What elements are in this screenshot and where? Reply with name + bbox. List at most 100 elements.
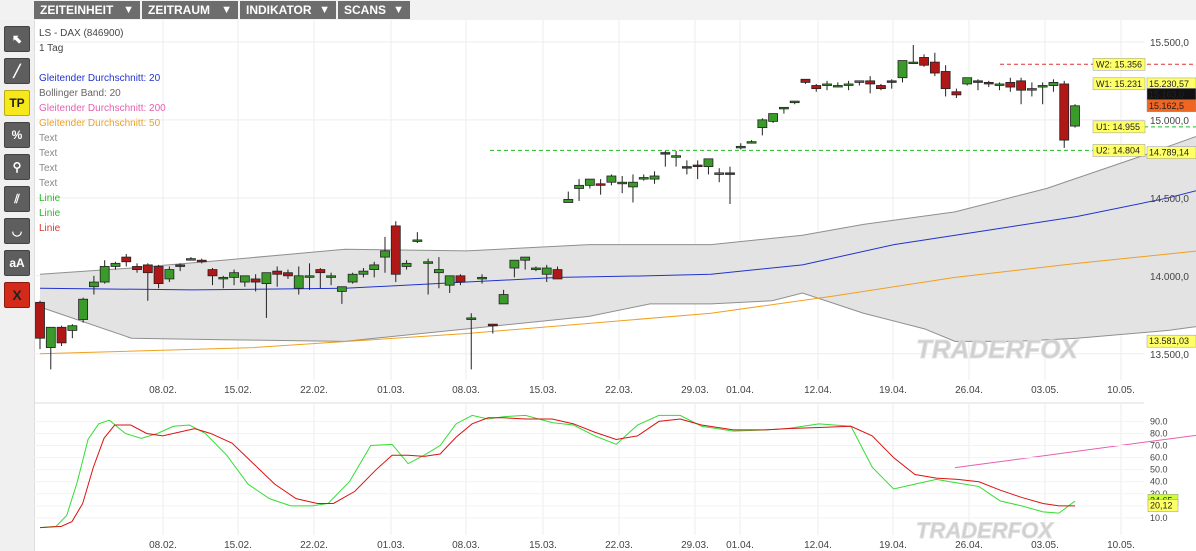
y-axis-tick-label: 15.500,0 <box>1150 38 1189 49</box>
candle-body <box>293 275 304 289</box>
x-axis-tick-label: 15.03. <box>529 540 557 551</box>
candle <box>951 88 962 98</box>
candle-body <box>1026 88 1037 91</box>
candle-body <box>229 272 239 278</box>
candle-body <box>250 278 261 283</box>
candle-body <box>1037 85 1048 88</box>
stoch-y-tick-label: 80.0 <box>1150 428 1168 438</box>
value-tag-label: 13.581,03 <box>1149 336 1189 346</box>
candle <box>1048 79 1059 92</box>
candle-body <box>983 81 994 85</box>
candle <box>973 79 983 91</box>
candle <box>714 168 725 183</box>
candle-body <box>973 80 983 83</box>
candle-body <box>444 275 455 286</box>
x-axis-tick-label: 01.03. <box>377 540 405 551</box>
candle <box>962 77 973 86</box>
candle-body <box>315 269 326 274</box>
candle-body <box>854 80 865 83</box>
candle-body <box>531 267 541 270</box>
candle <box>919 54 929 67</box>
legend-entry: 1 Tag <box>39 43 64 54</box>
x-axis-tick-label: 10.05. <box>1107 385 1135 396</box>
candle <box>347 272 358 284</box>
candle-body <box>606 175 617 183</box>
candle <box>1016 77 1026 105</box>
y-axis-tick-label: 13.500,0 <box>1150 350 1189 361</box>
x-axis-tick-label: 12.04. <box>804 540 832 551</box>
legend-entry: Gleitender Durchschnitt: 20 <box>39 73 161 84</box>
chart-canvas[interactable]: 13.500,0 14.000,0 14.500,0 15.000,0 15.500,0… <box>0 0 1196 551</box>
candle <box>186 257 196 261</box>
candle-body <box>218 276 229 280</box>
candle <box>865 76 876 94</box>
chart-legend: LS - DAX (846900) 1 Tag Gleitender Durchsc… <box>39 26 166 236</box>
candle-body <box>574 184 584 189</box>
candle-body <box>487 323 498 327</box>
candle-body <box>336 286 347 292</box>
candle-body <box>746 141 757 144</box>
level-tag-label: U2: 14.804 <box>1096 145 1140 155</box>
x-axis-tick-label: 08.02. <box>149 540 177 551</box>
candle-body <box>929 61 940 74</box>
candle <box>768 113 779 123</box>
candle-body <box>832 85 843 88</box>
candle <box>638 174 649 181</box>
candle-body <box>56 326 67 344</box>
legend-entry: Gleitender Durchschnitt: 50 <box>39 118 161 129</box>
candle-body <box>261 272 272 285</box>
candle-body <box>358 270 369 275</box>
candle <box>1070 104 1080 128</box>
stoch-y-tick-label: 70.0 <box>1150 441 1168 451</box>
legend-entry: Text <box>39 163 58 174</box>
traderfox-watermark: TRADERFOX <box>916 518 1054 543</box>
candle-body <box>617 181 628 185</box>
x-axis-tick-label: 15.02. <box>224 540 252 551</box>
candle <box>994 82 1005 91</box>
candle-body <box>99 266 110 283</box>
candle-body <box>1059 83 1070 141</box>
candle-body <box>811 85 822 90</box>
candle <box>757 118 768 136</box>
candle <box>412 232 423 244</box>
x-axis-tick-label: 22.02. <box>300 385 328 396</box>
legend-entry: Text <box>39 178 58 189</box>
value-tag-label: 15.230,57 <box>1149 79 1189 89</box>
stoch-y-tick-label: 50.0 <box>1150 465 1168 475</box>
candle-body <box>638 177 649 180</box>
stoch-d-line <box>39 417 1075 529</box>
candle-body <box>423 261 434 264</box>
candle-body <box>1005 81 1016 88</box>
candle-body <box>886 80 897 83</box>
traderfox-watermark: TRADERFOX <box>916 334 1079 364</box>
candle <box>940 65 951 97</box>
value-tag-label: 14.789,14 <box>1149 148 1189 158</box>
legend-entry: Bollinger Band: 20 <box>39 88 121 99</box>
candle-body <box>735 145 746 149</box>
stoch-y-tick-label: 10.0 <box>1150 513 1168 523</box>
legend-entry: Gleitender Durchschnitt: 200 <box>39 103 166 114</box>
value-tag-label: 15.162,5 <box>1149 101 1184 111</box>
legend-entry: Text <box>39 133 58 144</box>
x-axis-tick-label: 12.04. <box>804 385 832 396</box>
candle-body <box>908 61 919 65</box>
x-axis-tick-label: 15.02. <box>224 385 252 396</box>
candle-body <box>207 269 218 277</box>
candle <box>563 191 574 203</box>
candle-body <box>78 298 89 320</box>
candle <box>746 140 757 144</box>
candle-body <box>175 264 186 267</box>
candle-body <box>584 178 595 186</box>
candle-body <box>35 301 45 339</box>
candle-body <box>714 172 725 175</box>
candle-body <box>369 264 380 270</box>
candle <box>121 253 132 267</box>
candle-body <box>477 276 487 280</box>
candle <box>78 297 89 323</box>
level-tag-label: U1: 14.955 <box>1096 122 1140 132</box>
candle <box>671 151 681 167</box>
candle-body <box>434 269 444 274</box>
candle-body <box>520 256 531 261</box>
candle <box>725 166 735 205</box>
candle-body <box>703 158 714 168</box>
